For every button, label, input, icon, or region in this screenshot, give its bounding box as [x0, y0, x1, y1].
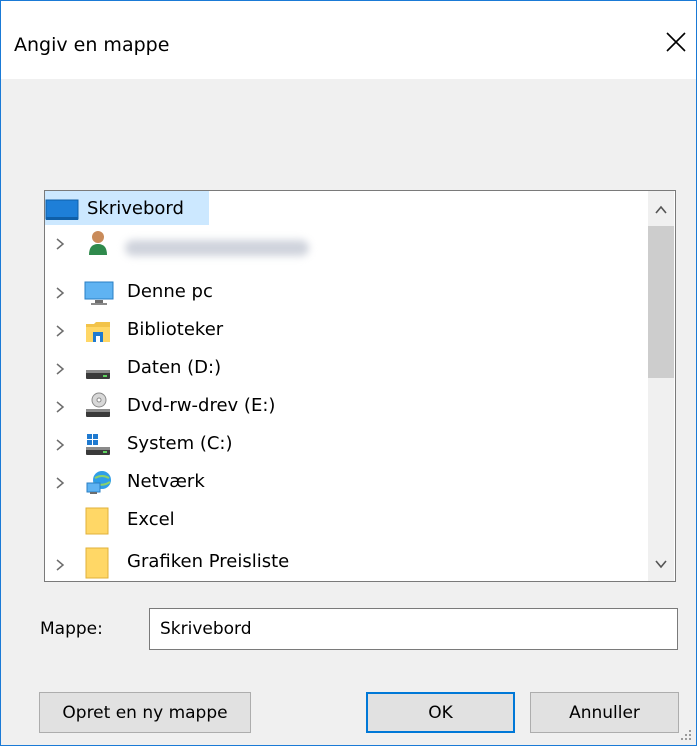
tree-item-skrivebord[interactable]: Skrivebord	[45, 191, 648, 226]
title-bar: Angiv en mappe	[1, 1, 696, 79]
folder-picker-dialog: Angiv en mappe Skrivebord Denne pc Bibli…	[0, 0, 697, 746]
ok-button[interactable]: OK	[366, 692, 515, 733]
blurred-user-name	[125, 240, 309, 256]
chevron-right-icon[interactable]	[53, 237, 67, 251]
tree-item-label: Skrivebord	[87, 198, 184, 219]
tree-item-netvaerk[interactable]: Netværk	[45, 466, 648, 499]
chevron-right-icon[interactable]	[53, 400, 67, 414]
chevron-right-icon[interactable]	[53, 286, 67, 300]
tree-item-daten-d[interactable]: Daten (D:)	[45, 352, 648, 385]
cancel-button[interactable]: Annuller	[530, 692, 679, 733]
resize-grip-icon[interactable]	[679, 728, 693, 742]
folder-label: Mappe:	[40, 619, 103, 639]
new-folder-button[interactable]: Opret en ny mappe	[39, 692, 251, 733]
computer-icon	[84, 281, 114, 305]
drive-icon	[86, 370, 110, 379]
folder-tree[interactable]: Skrivebord Denne pc Biblioteker Daten (D…	[44, 190, 676, 582]
chevron-right-icon[interactable]	[53, 324, 67, 338]
tree-item-label: Netværk	[127, 471, 205, 492]
tree-item-label: Denne pc	[127, 281, 213, 302]
tree-item-excel[interactable]: Excel	[45, 504, 648, 537]
tree-item-label: Dvd-rw-drev (E:)	[127, 395, 276, 416]
folder-input[interactable]	[149, 608, 678, 650]
chevron-right-icon[interactable]	[53, 438, 67, 452]
tree-item-label: Biblioteker	[127, 319, 224, 340]
close-button[interactable]	[661, 27, 691, 57]
folder-icon	[85, 507, 109, 535]
tree-item-label: Excel	[127, 509, 175, 530]
tree-item-system-c[interactable]: System (C:)	[45, 428, 648, 461]
scroll-up-button[interactable]	[648, 197, 674, 223]
scrollbar-thumb[interactable]	[648, 226, 674, 378]
chevron-down-icon	[655, 560, 667, 569]
system-drive-icon	[86, 434, 110, 455]
chevron-right-icon[interactable]	[53, 362, 67, 376]
desktop-icon	[45, 199, 79, 220]
tree-item-biblioteker[interactable]: Biblioteker	[45, 314, 648, 347]
dialog-title: Angiv en mappe	[14, 34, 170, 56]
user-icon	[89, 231, 107, 255]
tree-item-dvd-rw-drev-e[interactable]: Dvd-rw-drev (E:)	[45, 390, 648, 423]
tree-item-label: Daten (D:)	[127, 357, 222, 378]
tree-item-label: System (C:)	[127, 433, 233, 454]
tree-item-denne-pc[interactable]: Denne pc	[45, 276, 648, 309]
close-icon	[666, 32, 686, 52]
tree-item-label: Grafiken Preisliste	[127, 551, 290, 572]
tree-item-grafiken-preisliste[interactable]: Grafiken Preisliste	[45, 544, 648, 579]
library-folder-icon	[86, 322, 110, 342]
dvd-drive-icon	[86, 392, 110, 417]
scroll-down-button[interactable]	[648, 551, 674, 577]
network-icon	[86, 471, 111, 494]
folder-icon	[85, 547, 109, 579]
chevron-right-icon[interactable]	[53, 558, 67, 572]
chevron-up-icon	[655, 205, 667, 214]
chevron-right-icon[interactable]	[53, 476, 67, 490]
